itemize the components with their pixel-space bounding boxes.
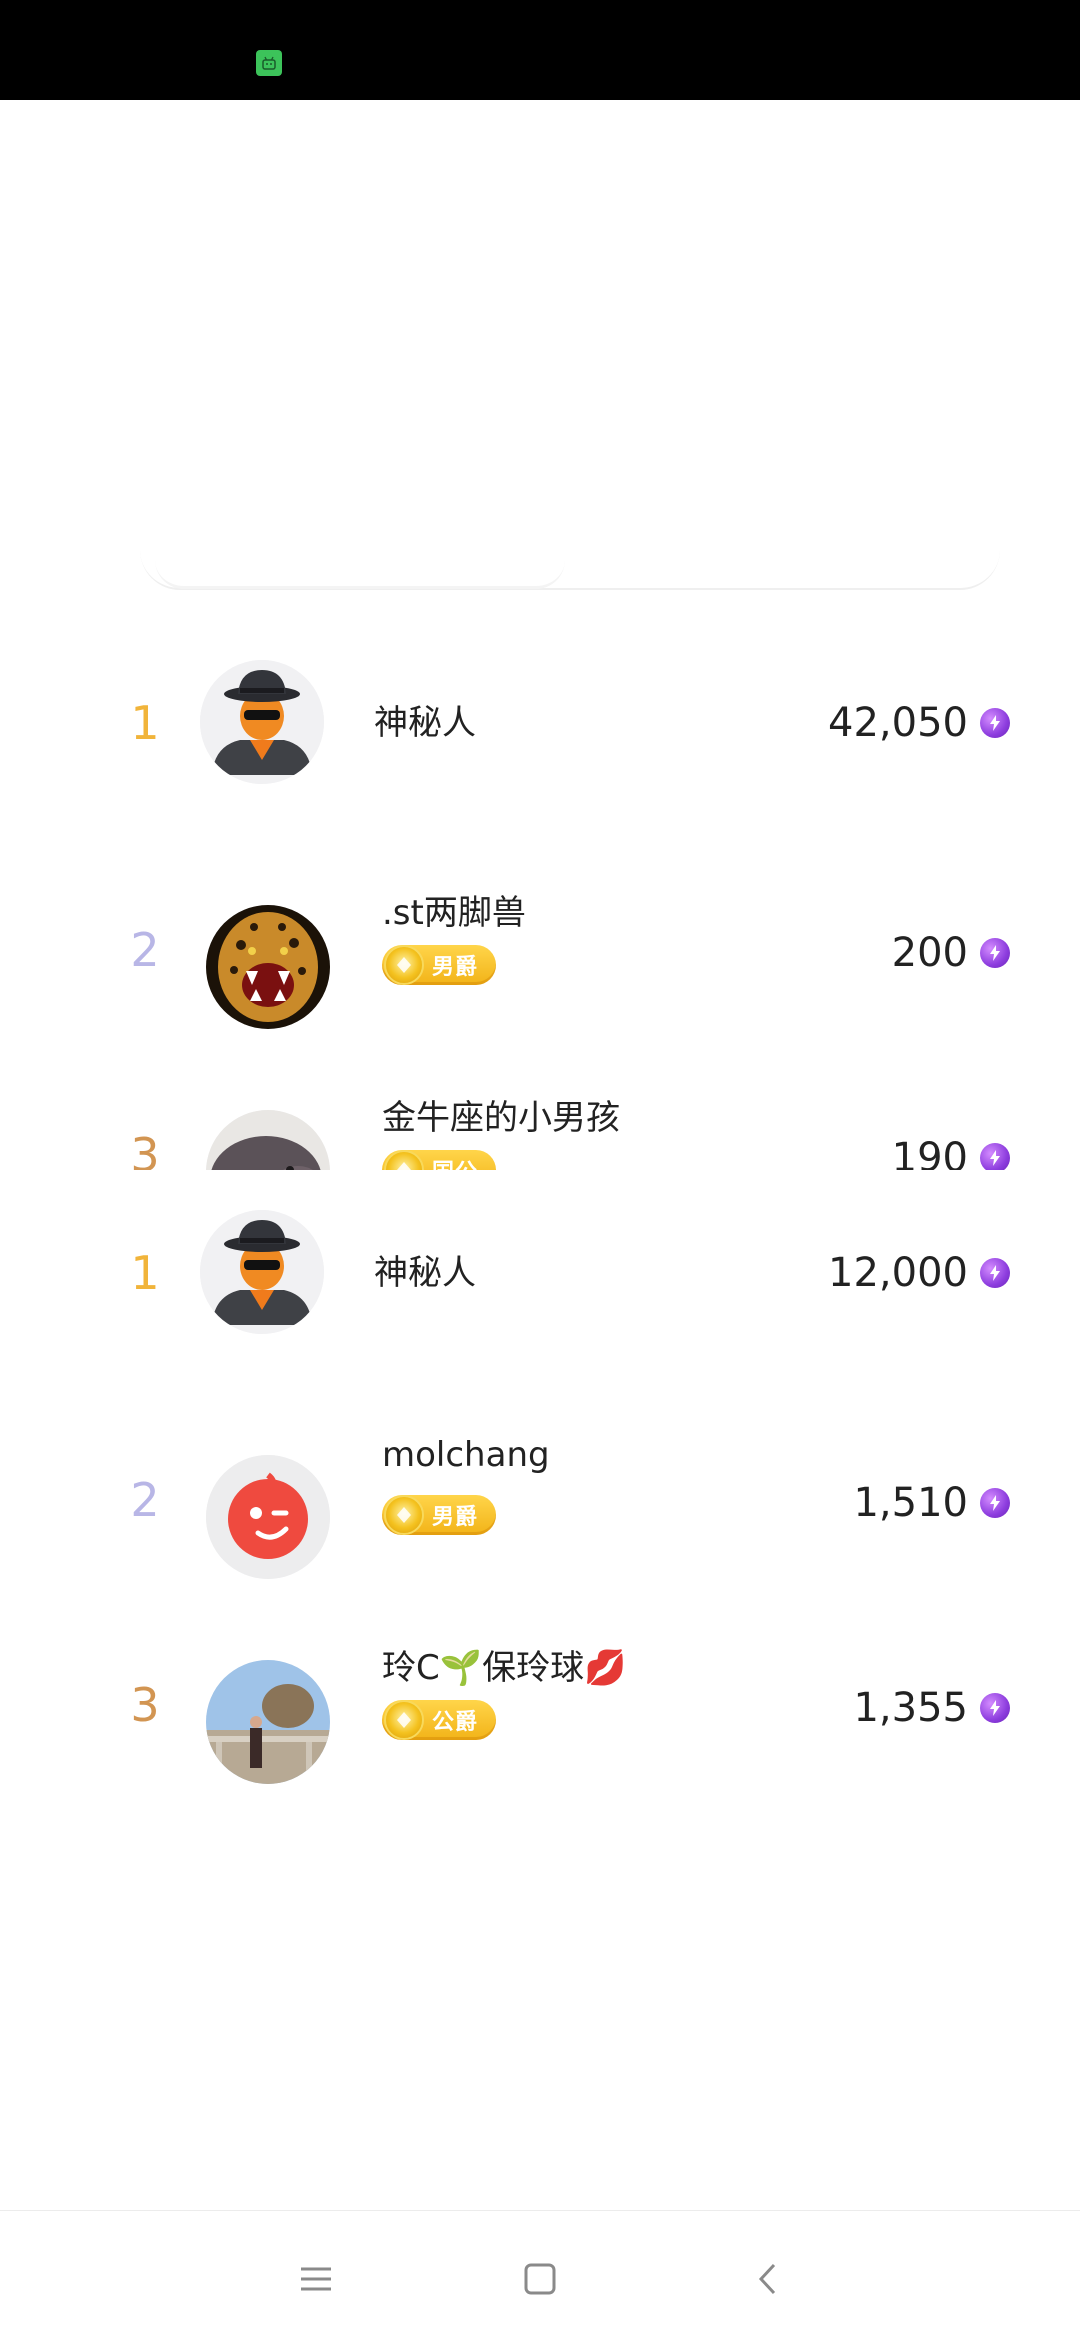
avatar[interactable] <box>206 1455 330 1579</box>
avatar[interactable] <box>200 660 324 784</box>
badge-label: 公爵 <box>432 1710 479 1735</box>
rank-number: 2 <box>130 1473 160 1527</box>
badge-label: 国公 <box>432 1154 478 1170</box>
energy-icon <box>980 1143 1010 1170</box>
ranking-row[interactable]: 1 神秘人 42,050 <box>0 640 1080 845</box>
score-value: 200 <box>891 930 968 976</box>
rank-number: 2 <box>130 923 160 977</box>
hippo-icon <box>206 1110 330 1170</box>
avatar[interactable] <box>206 1110 330 1170</box>
avatar[interactable] <box>200 1210 324 1334</box>
red-wink-face-icon <box>206 1455 330 1579</box>
tab-indicator <box>155 560 565 589</box>
rank-number: 1 <box>130 1246 160 1300</box>
landscape-photo-icon <box>206 1660 330 1784</box>
energy-icon <box>980 1693 1010 1723</box>
rank-badge: 男爵 <box>382 945 496 985</box>
user-name[interactable]: 神秘人 <box>374 695 476 744</box>
android-robot-icon <box>256 50 282 76</box>
score-value: 1,510 <box>853 1480 968 1526</box>
rank-number: 3 <box>130 1678 160 1732</box>
system-nav-bar <box>0 2210 1080 2341</box>
user-name[interactable]: 玲C🌱保玲球💋 <box>382 1640 626 1689</box>
avatar[interactable] <box>206 905 330 1029</box>
home-square-icon[interactable] <box>510 2249 570 2309</box>
ranking-list-bottom[interactable]: 1 神秘人 12,000 2 molchang 男爵 1,510 3 玲C🌱保玲… <box>0 1190 1080 1810</box>
user-name[interactable]: 金牛座的小男孩 <box>382 1090 620 1139</box>
back-chevron-icon[interactable] <box>738 2249 798 2309</box>
user-name[interactable]: 神秘人 <box>374 1245 476 1294</box>
user-name[interactable]: .st两脚兽 <box>382 885 526 934</box>
crown-coin-icon <box>384 945 424 985</box>
energy-icon <box>980 708 1010 738</box>
status-bar <box>0 0 1080 100</box>
rank-number: 3 <box>130 1128 160 1170</box>
energy-icon <box>980 938 1010 968</box>
avatar[interactable] <box>206 1660 330 1784</box>
score-value: 42,050 <box>828 700 968 746</box>
crown-coin-icon <box>384 1150 424 1170</box>
rank-badge: 公爵 <box>382 1700 496 1740</box>
score-value: 1,355 <box>853 1685 968 1731</box>
badge-label: 男爵 <box>432 955 479 980</box>
ranking-row[interactable]: 3 金牛座的小男孩 国公 190 <box>0 1050 1080 1170</box>
badge-label: 男爵 <box>432 1505 479 1530</box>
leopard-icon <box>206 905 330 1029</box>
ranking-row[interactable]: 2 molchang 男爵 1,510 <box>0 1395 1080 1600</box>
crown-coin-icon <box>384 1700 424 1740</box>
ranking-row[interactable]: 2 .st两脚兽 男爵 200 <box>0 845 1080 1050</box>
energy-icon <box>980 1258 1010 1288</box>
mystery-man-icon <box>200 660 324 784</box>
score-value: 12,000 <box>828 1250 968 1296</box>
user-name[interactable]: molchang <box>382 1435 550 1475</box>
menu-icon[interactable] <box>286 2249 346 2309</box>
rank-badge: 国公 <box>382 1150 496 1170</box>
energy-icon <box>980 1488 1010 1518</box>
score-value: 190 <box>891 1135 968 1170</box>
ranking-list-top[interactable]: 1 神秘人 42,050 2 .st两脚兽 男爵 200 3 金牛座的小男孩 1… <box>0 640 1080 1170</box>
ranking-row[interactable]: 1 神秘人 12,000 <box>0 1190 1080 1395</box>
rank-badge: 男爵 <box>382 1495 496 1535</box>
rank-number: 1 <box>130 696 160 750</box>
ranking-row[interactable]: 3 玲C🌱保玲球💋 公爵 1,355 <box>0 1600 1080 1805</box>
crown-coin-icon <box>384 1495 424 1535</box>
mystery-man-icon <box>200 1210 324 1334</box>
